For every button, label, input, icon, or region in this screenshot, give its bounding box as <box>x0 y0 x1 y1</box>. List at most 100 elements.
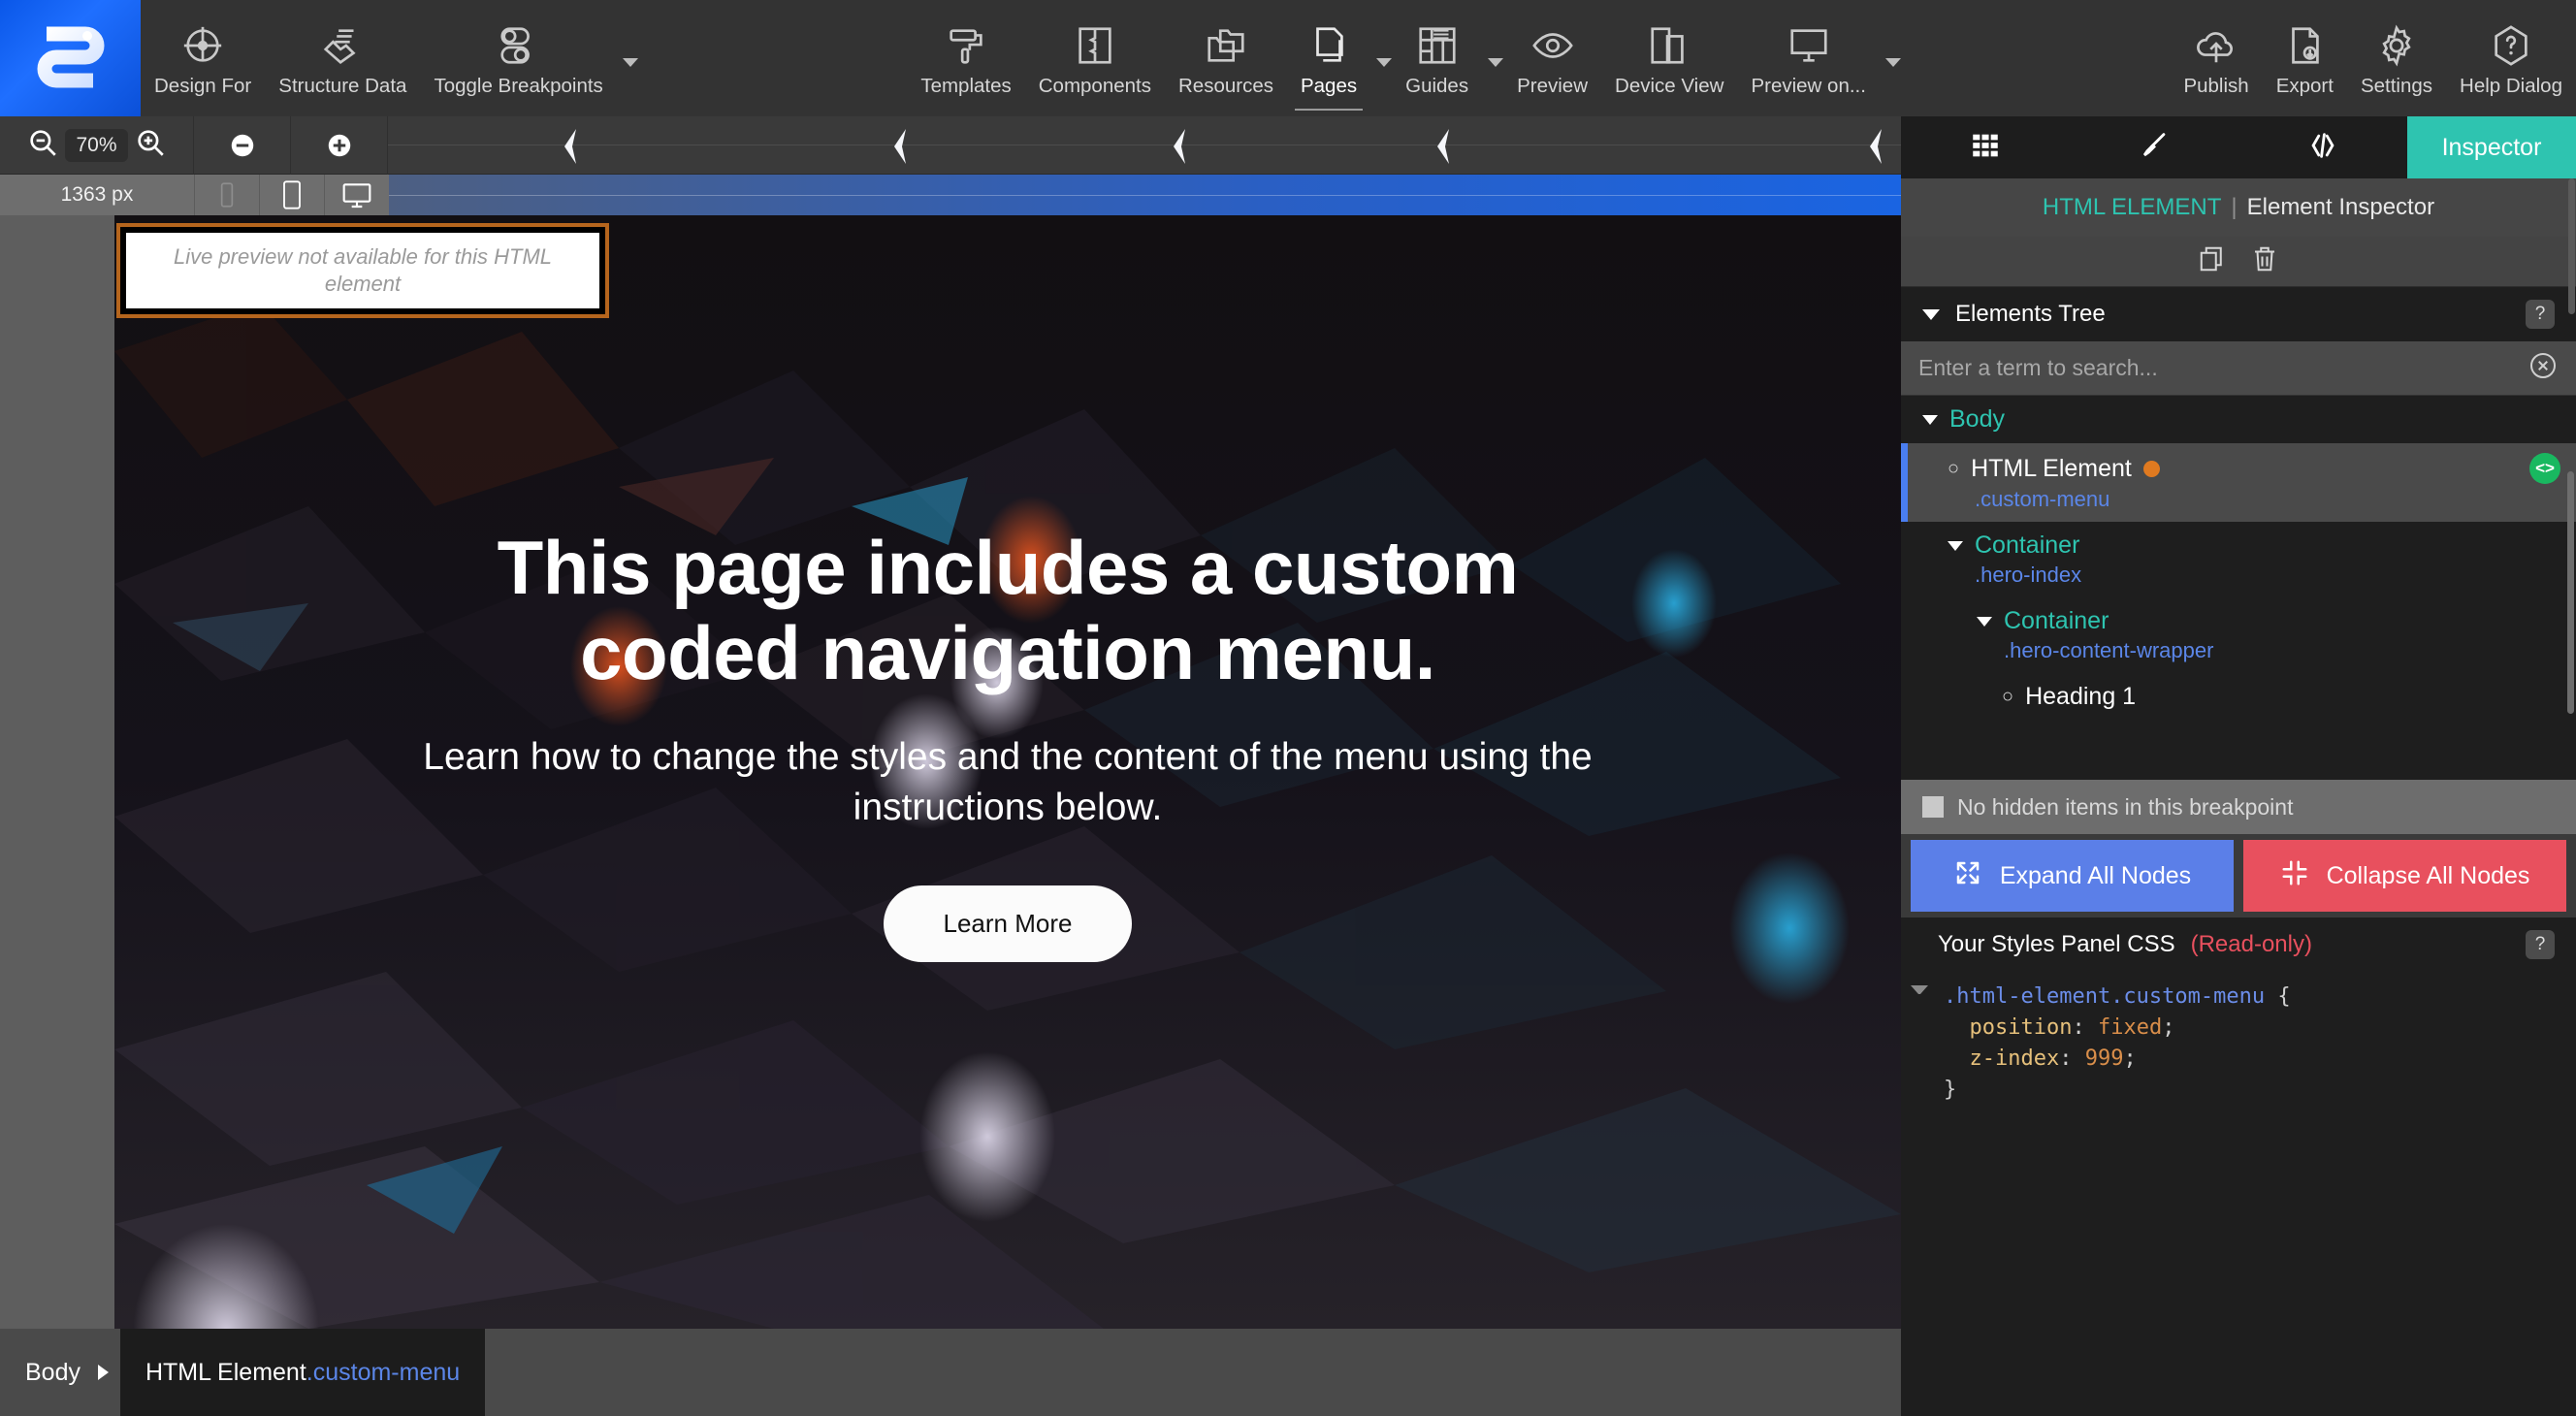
toolbar-design-for-label: Design For <box>154 75 252 97</box>
inspector-panel: Inspector HTML ELEMENT | Element Inspect… <box>1901 116 2576 1416</box>
magnifier-minus-icon[interactable] <box>26 126 59 164</box>
tree-node-body[interactable]: Body <box>1901 396 2576 443</box>
chevron-down-icon[interactable] <box>1948 540 1963 551</box>
toolbar-settings[interactable]: Settings <box>2347 0 2446 116</box>
chevron-down-icon[interactable] <box>1376 57 1393 67</box>
breadcrumb-item-body[interactable]: Body <box>0 1329 106 1416</box>
plus-circle-icon <box>328 134 350 156</box>
toolbar-preview-on-wrap: Preview on... <box>1737 0 1901 116</box>
slinky-s-logo-icon <box>37 26 104 88</box>
decrease-width-button[interactable] <box>194 115 291 175</box>
tree-node-label: Body <box>1949 405 2005 433</box>
breakpoint-marker-5[interactable] <box>1862 127 1887 171</box>
elements-tree-help-icon[interactable]: ? <box>2526 300 2555 329</box>
tree-node-container-hero-content-wrapper[interactable]: Container .hero-content-wrapper <box>1901 597 2576 673</box>
hidden-items-checkbox[interactable] <box>1922 796 1944 818</box>
chevron-down-icon[interactable] <box>1977 616 1992 627</box>
panel-tabs: Inspector <box>1901 116 2576 178</box>
tab-styles[interactable] <box>2070 116 2238 178</box>
elements-tree-label: Elements Tree <box>1955 301 2106 327</box>
styles-panel-css-header[interactable]: Your Styles Panel CSS (Read-only) ? <box>1901 917 2576 972</box>
toolbar-preview[interactable]: Preview <box>1503 0 1601 116</box>
tree-node-class: .hero-index <box>1975 563 2082 587</box>
collapse-all-nodes-button[interactable]: Collapse All Nodes <box>2243 840 2566 912</box>
page-preview-canvas[interactable]: Live preview not available for this HTML… <box>114 215 1901 1329</box>
toolbar-pages[interactable]: Pages <box>1287 0 1370 116</box>
toolbar-templates-label: Templates <box>920 75 1012 97</box>
toolbar-guides-wrap: Guides <box>1392 0 1504 116</box>
learn-more-button[interactable]: Learn More <box>883 885 1133 962</box>
canvas-width-label: 1363 px <box>60 183 134 206</box>
toolbar-pages-wrap: Pages <box>1287 0 1393 116</box>
device-desktop-button[interactable] <box>324 175 389 215</box>
toolbar-components[interactable]: Components <box>1025 0 1165 116</box>
breakpoint-marker-3[interactable] <box>1166 127 1191 171</box>
html-element-placeholder[interactable]: Live preview not available for this HTML… <box>116 223 609 318</box>
chevron-down-icon <box>1922 308 1940 320</box>
node-bullet-icon: ○ <box>2002 686 2014 707</box>
elements-tree-header[interactable]: Elements Tree ? <box>1901 287 2576 341</box>
toolbar-guides[interactable]: Guides <box>1392 0 1482 116</box>
minus-circle-icon <box>231 134 253 156</box>
tree-node-html-element[interactable]: ○ HTML Element <> .custom-menu <box>1901 443 2576 522</box>
eye-icon <box>1530 18 1575 73</box>
duplicate-icon[interactable] <box>2198 244 2227 278</box>
elements-tree-search <box>1901 341 2576 396</box>
breakpoint-marker-1[interactable] <box>557 127 582 171</box>
toolbar-help-dialog[interactable]: Help Dialog <box>2446 0 2576 116</box>
code-badge-icon[interactable]: <> <box>2529 453 2560 484</box>
toolbar-guides-label: Guides <box>1405 75 1469 97</box>
styles-panel-css-code[interactable]: .html-element.custom-menu { position: fi… <box>1901 972 2576 1416</box>
tab-inspector[interactable]: Inspector <box>2407 116 2576 178</box>
increase-width-button[interactable] <box>291 115 388 175</box>
toolbar-resources[interactable]: Resources <box>1165 0 1287 116</box>
code-fold-icon[interactable] <box>1911 985 1928 994</box>
breakpoint-ruler[interactable] <box>388 116 1901 175</box>
device-phone-button[interactable] <box>194 175 259 215</box>
breakpoint-strip-line <box>389 195 1901 196</box>
toolbar-spacer-right <box>1901 0 2171 116</box>
clear-circle-icon[interactable] <box>2528 350 2559 386</box>
toolbar-structure-data[interactable]: Structure Data <box>265 0 420 116</box>
breakpoint-marker-2[interactable] <box>886 127 912 171</box>
expand-all-nodes-button[interactable]: Expand All Nodes <box>1911 840 2234 912</box>
chevron-down-icon[interactable] <box>622 57 638 67</box>
toolbar-templates[interactable]: Templates <box>907 0 1024 116</box>
toolbar-preview-on[interactable]: Preview on... <box>1737 0 1880 116</box>
device-tablet-button[interactable] <box>259 175 324 215</box>
styles-panel-help-icon[interactable]: ? <box>2526 930 2555 959</box>
toolbar-toggle-breakpoints-label: Toggle Breakpoints <box>434 75 603 97</box>
toolbar-publish[interactable]: Publish <box>2170 0 2262 116</box>
css-close-brace: } <box>1944 1078 1957 1102</box>
toolbar-design-for[interactable]: Design For <box>141 0 265 116</box>
tab-grid[interactable] <box>1901 116 2070 178</box>
tree-node-container-hero-index[interactable]: Container .hero-index <box>1901 522 2576 597</box>
grid-icon <box>1969 129 2002 167</box>
panel-scrollbar[interactable] <box>2568 178 2575 314</box>
search-input[interactable] <box>1918 355 2528 381</box>
toolbar-export[interactable]: Export <box>2263 0 2347 116</box>
zoom-level-value[interactable]: 70% <box>65 128 128 162</box>
trash-icon[interactable] <box>2250 244 2279 278</box>
width-toolbar: 1363 px <box>0 175 1901 215</box>
toolbar-spacer-left <box>638 0 908 116</box>
app-logo[interactable] <box>0 0 141 116</box>
panel-title-separator: | <box>2231 194 2238 220</box>
tree-node-heading-1[interactable]: ○ Heading 1 <box>1901 673 2576 721</box>
toolbar-toggle-breakpoints[interactable]: Toggle Breakpoints <box>420 0 616 116</box>
breakpoint-marker-4[interactable] <box>1430 127 1455 171</box>
chevron-down-icon[interactable] <box>1488 57 1504 67</box>
chevron-down-icon[interactable] <box>1884 57 1901 67</box>
chevron-down-icon[interactable] <box>1922 414 1938 425</box>
hero-heading: This page includes a custom coded naviga… <box>497 524 1519 695</box>
magnifier-plus-icon[interactable] <box>134 126 167 164</box>
elements-tree[interactable]: Body ○ HTML Element <> .custom-menu Cont… <box>1901 396 2576 780</box>
tab-code[interactable] <box>2238 116 2407 178</box>
crosshair-target-icon <box>180 18 225 73</box>
breakpoint-strip[interactable] <box>389 175 1901 215</box>
tree-node-label: Heading 1 <box>2025 683 2137 710</box>
breadcrumb-item-current[interactable]: HTML Element .custom-menu <box>119 1329 486 1416</box>
toggle-switches-icon <box>497 18 541 73</box>
toolbar-device-view[interactable]: Device View <box>1601 0 1737 116</box>
tree-scrollbar[interactable] <box>2567 471 2574 714</box>
